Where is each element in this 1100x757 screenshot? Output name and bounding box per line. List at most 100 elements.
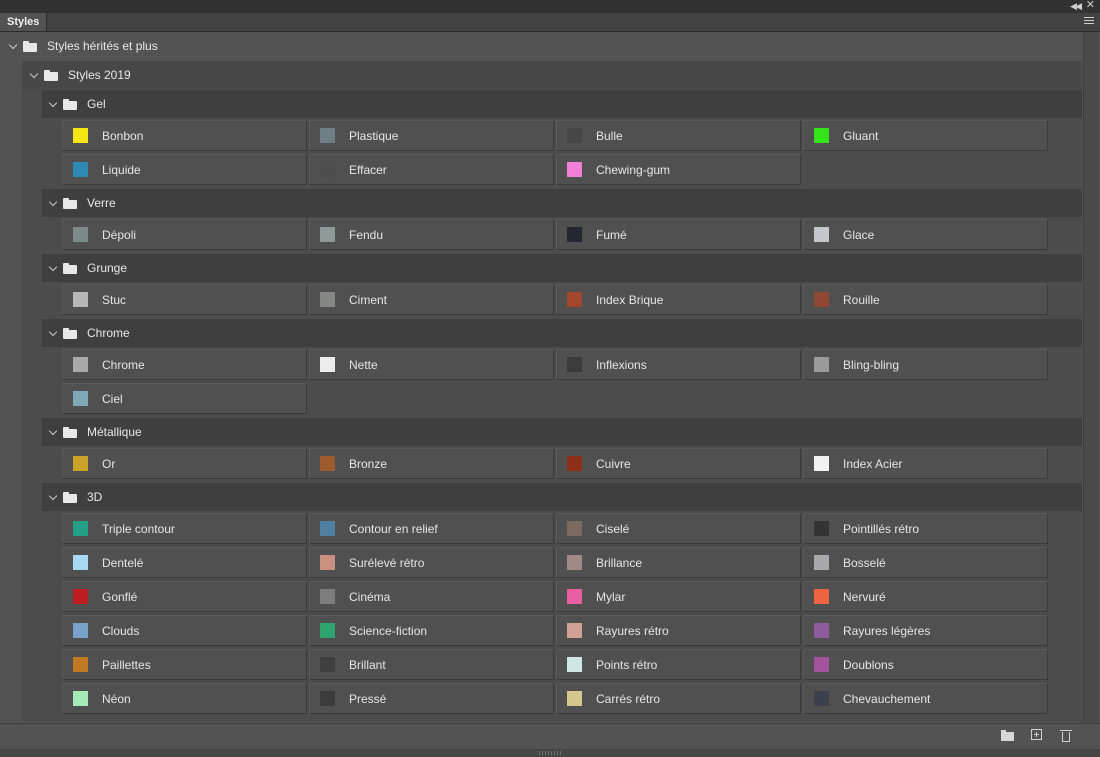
tree-subfolder[interactable]: Styles 2019 bbox=[22, 61, 1082, 89]
style-item-carres-retro[interactable]: Carrés rétro bbox=[556, 683, 801, 714]
style-item-ciment[interactable]: Ciment bbox=[309, 284, 554, 315]
close-panel-icon[interactable]: ✕ bbox=[1086, 0, 1095, 12]
collapse-panel-icon[interactable]: ◀◀ bbox=[1070, 0, 1082, 12]
folder-label: Styles 2019 bbox=[68, 68, 131, 82]
chevron-down-icon[interactable] bbox=[49, 428, 57, 436]
style-item-plastique[interactable]: Plastique bbox=[309, 120, 554, 151]
style-item-fume[interactable]: Fumé bbox=[556, 219, 801, 250]
style-item-dentele[interactable]: Dentelé bbox=[62, 547, 307, 578]
style-item-presse[interactable]: Pressé bbox=[309, 683, 554, 714]
style-swatch-icon bbox=[567, 521, 582, 536]
style-item-cinema[interactable]: Cinéma bbox=[309, 581, 554, 612]
style-swatch-icon bbox=[73, 657, 88, 672]
style-swatch-icon bbox=[320, 128, 335, 143]
style-item-mylar[interactable]: Mylar bbox=[556, 581, 801, 612]
style-grid: Or Bronze Cuivre Index Acier bbox=[62, 448, 1050, 482]
style-item-fendu[interactable]: Fendu bbox=[309, 219, 554, 250]
chevron-down-icon[interactable] bbox=[49, 100, 57, 108]
style-swatch-icon bbox=[320, 555, 335, 570]
chevron-down-icon[interactable] bbox=[49, 329, 57, 337]
style-label: Chevauchement bbox=[843, 691, 931, 706]
style-item-bonbon[interactable]: Bonbon bbox=[62, 120, 307, 151]
style-item-glace[interactable]: Glace bbox=[803, 219, 1048, 250]
style-item-cisele[interactable]: Ciselé bbox=[556, 513, 801, 544]
style-item-gonfle[interactable]: Gonflé bbox=[62, 581, 307, 612]
style-swatch-icon bbox=[320, 691, 335, 706]
style-label: Dépoli bbox=[102, 227, 137, 242]
style-item-paillettes[interactable]: Paillettes bbox=[62, 649, 307, 680]
style-item-science-fiction[interactable]: Science-fiction bbox=[309, 615, 554, 646]
style-item-bling-bling[interactable]: Bling-bling bbox=[803, 349, 1048, 380]
style-item-chevauchement[interactable]: Chevauchement bbox=[803, 683, 1048, 714]
style-item-nette[interactable]: Nette bbox=[309, 349, 554, 380]
new-style-icon[interactable] bbox=[1031, 729, 1042, 740]
style-item-rayures-retro[interactable]: Rayures rétro bbox=[556, 615, 801, 646]
style-label: Rayures rétro bbox=[596, 623, 669, 638]
style-label: Ciment bbox=[349, 292, 388, 307]
group-folder-verre[interactable]: Verre bbox=[42, 189, 1082, 217]
style-item-index-acier[interactable]: Index Acier bbox=[803, 448, 1048, 479]
delete-icon[interactable] bbox=[1060, 729, 1072, 742]
style-swatch-icon bbox=[567, 589, 582, 604]
chevron-down-icon[interactable] bbox=[49, 264, 57, 272]
style-item-nervure[interactable]: Nervuré bbox=[803, 581, 1048, 612]
style-item-ciel[interactable]: Ciel bbox=[62, 383, 307, 414]
group-folder-gel[interactable]: Gel bbox=[42, 90, 1082, 118]
style-item-cuivre[interactable]: Cuivre bbox=[556, 448, 801, 479]
style-item-gluant[interactable]: Gluant bbox=[803, 120, 1048, 151]
style-item-inflexions[interactable]: Inflexions bbox=[556, 349, 801, 380]
panel-menu-icon[interactable] bbox=[1084, 17, 1094, 26]
folder-icon bbox=[23, 40, 39, 52]
group-folder-metallique[interactable]: Métallique bbox=[42, 418, 1082, 446]
style-label: Brillance bbox=[596, 555, 643, 570]
resize-handle[interactable] bbox=[0, 749, 1100, 757]
style-item-brillant[interactable]: Brillant bbox=[309, 649, 554, 680]
style-item-rouille[interactable]: Rouille bbox=[803, 284, 1048, 315]
style-item-brillance[interactable]: Brillance bbox=[556, 547, 801, 578]
style-item-effacer[interactable]: Effacer bbox=[309, 154, 554, 185]
style-item-bronze[interactable]: Bronze bbox=[309, 448, 554, 479]
group-folder-3d[interactable]: 3D bbox=[42, 483, 1082, 511]
tree-root-folder[interactable]: Styles hérités et plus bbox=[0, 32, 1082, 60]
style-item-bulle[interactable]: Bulle bbox=[556, 120, 801, 151]
style-label: Pointillés rétro bbox=[843, 521, 920, 536]
style-item-or[interactable]: Or bbox=[62, 448, 307, 479]
chevron-down-icon[interactable] bbox=[9, 42, 17, 50]
style-item-doublons[interactable]: Doublons bbox=[803, 649, 1048, 680]
vertical-scrollbar[interactable] bbox=[1083, 32, 1099, 722]
style-item-clouds[interactable]: Clouds bbox=[62, 615, 307, 646]
panel-tab-row: Styles bbox=[0, 13, 1100, 32]
style-item-neon[interactable]: Néon bbox=[62, 683, 307, 714]
style-item-pointilles-retro[interactable]: Pointillés rétro bbox=[803, 513, 1048, 544]
style-swatch-icon bbox=[320, 292, 335, 307]
style-label: Science-fiction bbox=[349, 623, 428, 638]
new-group-icon[interactable] bbox=[1001, 730, 1015, 741]
group-folder-chrome[interactable]: Chrome bbox=[42, 319, 1082, 347]
style-item-stuc[interactable]: Stuc bbox=[62, 284, 307, 315]
tab-styles[interactable]: Styles bbox=[0, 13, 48, 31]
style-item-points-retro[interactable]: Points rétro bbox=[556, 649, 801, 680]
group-folder-grunge[interactable]: Grunge bbox=[42, 254, 1082, 282]
style-swatch-icon bbox=[320, 623, 335, 638]
style-item-index-brique[interactable]: Index Brique bbox=[556, 284, 801, 315]
style-swatch-icon bbox=[814, 227, 829, 242]
folder-icon bbox=[63, 197, 79, 209]
chevron-down-icon[interactable] bbox=[30, 71, 38, 79]
chevron-down-icon[interactable] bbox=[49, 493, 57, 501]
style-item-chrome[interactable]: Chrome bbox=[62, 349, 307, 380]
chevron-down-icon[interactable] bbox=[49, 199, 57, 207]
style-label: Carrés rétro bbox=[596, 691, 661, 706]
style-item-chewing-gum[interactable]: Chewing-gum bbox=[556, 154, 801, 185]
style-item-sureleve-retro[interactable]: Surélevé rétro bbox=[309, 547, 554, 578]
style-item-triple-contour[interactable]: Triple contour bbox=[62, 513, 307, 544]
style-item-rayures-legeres[interactable]: Rayures légères bbox=[803, 615, 1048, 646]
style-item-bossele[interactable]: Bosselé bbox=[803, 547, 1048, 578]
style-label: Clouds bbox=[102, 623, 140, 638]
style-label: Surélevé rétro bbox=[349, 555, 425, 570]
folder-icon bbox=[63, 426, 79, 438]
style-item-contour-en-relief[interactable]: Contour en relief bbox=[309, 513, 554, 544]
style-label: Glace bbox=[843, 227, 875, 242]
style-item-depoli[interactable]: Dépoli bbox=[62, 219, 307, 250]
style-label: Rayures légères bbox=[843, 623, 931, 638]
style-item-liquide[interactable]: Liquide bbox=[62, 154, 307, 185]
